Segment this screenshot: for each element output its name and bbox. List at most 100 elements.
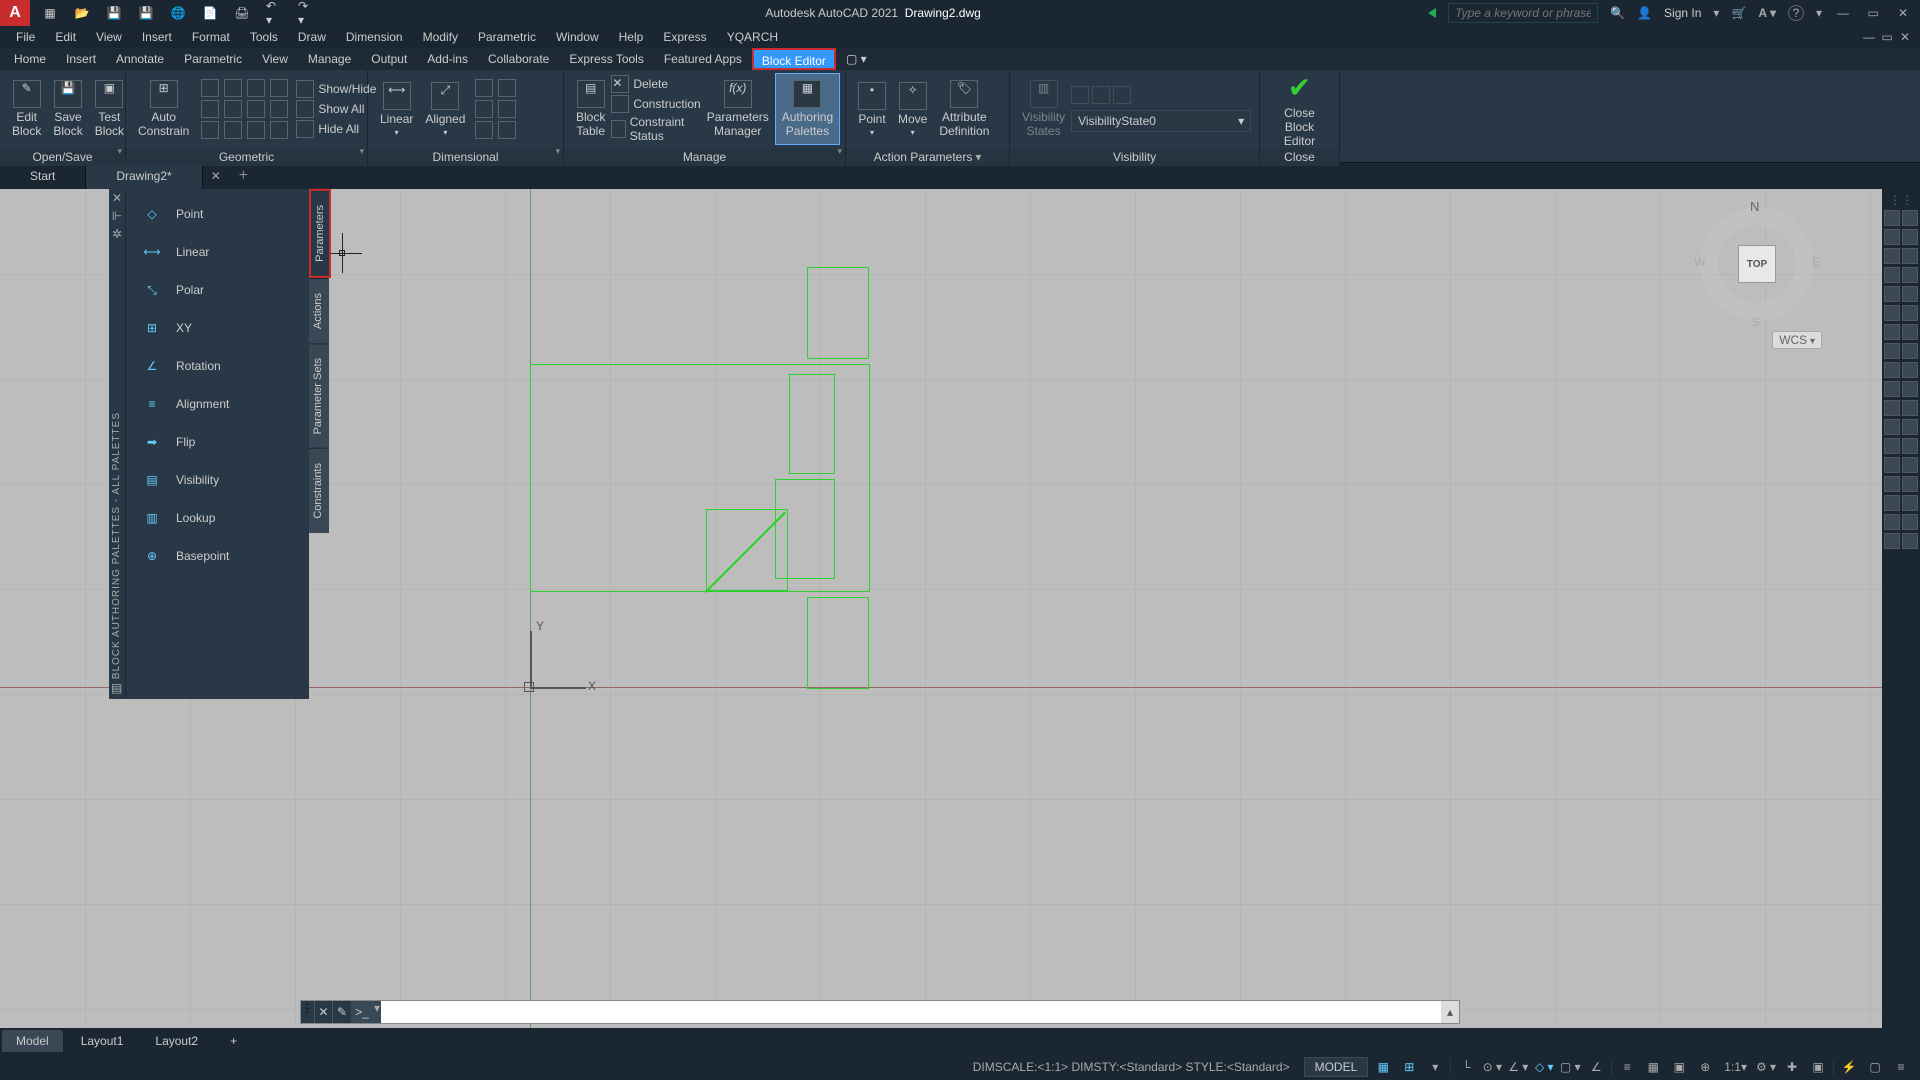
constraint-icon[interactable] xyxy=(224,79,242,97)
plus-icon[interactable]: ✚ xyxy=(1781,1057,1803,1077)
edit-block-button[interactable]: ✎Edit Block xyxy=(6,73,47,145)
command-line[interactable]: ⋮ ✕ ✎ >_ ▾ ▴ xyxy=(300,1000,1460,1024)
menu-file[interactable]: File xyxy=(6,26,45,48)
tool-icon[interactable] xyxy=(1884,438,1900,454)
dim-icon[interactable] xyxy=(498,100,516,118)
tool-icon[interactable] xyxy=(1884,476,1900,492)
palette-item-rotation[interactable]: ∠Rotation xyxy=(126,347,309,385)
tool-icon[interactable] xyxy=(1884,324,1900,340)
panel-open-save[interactable]: Open/Save xyxy=(0,148,125,166)
cmdline-grip[interactable]: ⋮ xyxy=(301,1001,315,1023)
move-button[interactable]: ✧Move▾ xyxy=(892,73,933,145)
command-input[interactable] xyxy=(381,1001,1441,1023)
save-icon[interactable]: 💾 xyxy=(106,5,122,21)
tab-collaborate[interactable]: Collaborate xyxy=(478,48,559,70)
vis-icon[interactable] xyxy=(1092,86,1110,104)
app-store-icon[interactable]: A ▾ xyxy=(1758,6,1776,20)
parameters-manager-button[interactable]: f(x)Parameters Manager xyxy=(701,73,775,145)
tool-icon[interactable] xyxy=(1902,419,1918,435)
gear-icon[interactable]: ⚙ ▾ xyxy=(1755,1057,1777,1077)
3dosnap-icon[interactable]: ▢ ▾ xyxy=(1559,1057,1581,1077)
polar-icon[interactable]: ⊙ ▾ xyxy=(1481,1057,1503,1077)
constraint-icon[interactable] xyxy=(201,121,219,139)
cmdline-customize-icon[interactable]: ✎ xyxy=(333,1001,351,1023)
linear-button[interactable]: ⟷Linear▾ xyxy=(374,73,419,145)
constraint-icon[interactable] xyxy=(270,121,288,139)
tool-icon[interactable] xyxy=(1884,267,1900,283)
menu-draw[interactable]: Draw xyxy=(288,26,336,48)
web-icon[interactable]: 🌐 xyxy=(170,5,186,21)
tool-icon[interactable] xyxy=(1884,533,1900,549)
help-icon[interactable]: ? xyxy=(1788,5,1804,21)
isolate-icon[interactable]: ▣ xyxy=(1807,1057,1829,1077)
help-dropdown[interactable]: ▾ xyxy=(1816,6,1822,20)
viewcube-west[interactable]: W xyxy=(1694,255,1705,269)
clean-screen-icon[interactable]: ▢ xyxy=(1864,1057,1886,1077)
tool-icon[interactable] xyxy=(1902,495,1918,511)
otrack-icon[interactable]: ∠ xyxy=(1585,1057,1607,1077)
menu-insert[interactable]: Insert xyxy=(132,26,182,48)
dynmode-icon[interactable]: ⊕ xyxy=(1694,1057,1716,1077)
new-icon[interactable]: ▦ xyxy=(42,5,58,21)
menu-window[interactable]: Window xyxy=(546,26,609,48)
print-icon[interactable]: 🖨 xyxy=(234,5,250,21)
tool-icon[interactable] xyxy=(1902,210,1918,226)
viewcube[interactable]: TOP N S E W xyxy=(1692,199,1822,329)
tab-addins[interactable]: Add-ins xyxy=(417,48,478,70)
tab-home[interactable]: Home xyxy=(4,48,56,70)
tool-icon[interactable] xyxy=(1902,362,1918,378)
tab-block-editor[interactable]: Block Editor xyxy=(752,48,836,70)
palette-item-polar[interactable]: ⤡Polar xyxy=(126,271,309,309)
block-table-button[interactable]: ▤Block Table xyxy=(570,73,611,145)
palette-item-linear[interactable]: ⟷Linear xyxy=(126,233,309,271)
tool-icon[interactable] xyxy=(1902,457,1918,473)
show-hide-button[interactable]: Show/Hide xyxy=(296,79,376,99)
sign-in[interactable]: Sign In xyxy=(1664,6,1701,20)
layout-tab-layout2[interactable]: Layout2 xyxy=(141,1030,212,1052)
constraint-icon[interactable] xyxy=(201,100,219,118)
palette-item-basepoint[interactable]: ⊕Basepoint xyxy=(126,537,309,575)
new-tab-button[interactable]: + xyxy=(229,167,258,185)
tool-icon[interactable] xyxy=(1902,476,1918,492)
tool-icon[interactable] xyxy=(1884,362,1900,378)
tool-icon[interactable] xyxy=(1884,343,1900,359)
tab-express-tools[interactable]: Express Tools xyxy=(559,48,653,70)
saveas-icon[interactable]: 💾 xyxy=(138,5,154,21)
tool-icon[interactable] xyxy=(1884,514,1900,530)
viewcube-south[interactable]: S xyxy=(1752,315,1760,329)
palette-tab-actions[interactable]: Actions xyxy=(309,278,327,343)
dim-icon[interactable] xyxy=(475,121,493,139)
transparency-icon[interactable]: ▦ xyxy=(1642,1057,1664,1077)
tool-icon[interactable] xyxy=(1902,305,1918,321)
constraint-icon[interactable] xyxy=(201,79,219,97)
hardware-icon[interactable]: ⚡ xyxy=(1838,1057,1860,1077)
constraint-status-button[interactable]: Constraint Status xyxy=(611,114,700,144)
minimize-button[interactable]: — xyxy=(1834,6,1852,20)
palette-tab-parameter-sets[interactable]: Parameter Sets xyxy=(309,343,327,448)
search-button-icon[interactable]: 🔍 xyxy=(1610,6,1625,20)
menu-edit[interactable]: Edit xyxy=(45,26,86,48)
palette-props-icon[interactable]: ▤ xyxy=(111,681,122,695)
cart-icon[interactable]: 🛒 xyxy=(1731,6,1746,20)
doc-minimize-button[interactable]: — xyxy=(1860,30,1878,44)
signin-dropdown[interactable]: ▾ xyxy=(1713,6,1719,20)
menu-dimension[interactable]: Dimension xyxy=(336,26,413,48)
attribute-definition-button[interactable]: 🏷Attribute Definition xyxy=(933,73,995,145)
undo-icon[interactable]: ↶ ▾ xyxy=(266,5,282,21)
palette-pin-icon[interactable]: ⊩ xyxy=(109,207,125,225)
maximize-button[interactable]: ▭ xyxy=(1864,6,1882,20)
authoring-palettes-button[interactable]: ▦Authoring Palettes xyxy=(775,73,840,145)
tab-view[interactable]: View xyxy=(252,48,298,70)
menu-express[interactable]: Express xyxy=(653,26,716,48)
construction-button[interactable]: Construction xyxy=(611,94,700,114)
open-icon[interactable]: 📂 xyxy=(74,5,90,21)
palette-tab-parameters[interactable]: Parameters xyxy=(309,189,331,278)
grid-icon[interactable]: ▦ xyxy=(1372,1057,1394,1077)
osnap-icon[interactable]: ◇ ▾ xyxy=(1533,1057,1555,1077)
panel-geometric[interactable]: Geometric xyxy=(126,148,367,166)
app-logo[interactable]: A xyxy=(0,0,30,26)
panel-dimensional[interactable]: Dimensional xyxy=(368,148,563,166)
snap-dropdown[interactable]: ▾ xyxy=(1424,1057,1446,1077)
tab-featured-apps[interactable]: Featured Apps xyxy=(654,48,752,70)
vis-icon[interactable] xyxy=(1113,86,1131,104)
